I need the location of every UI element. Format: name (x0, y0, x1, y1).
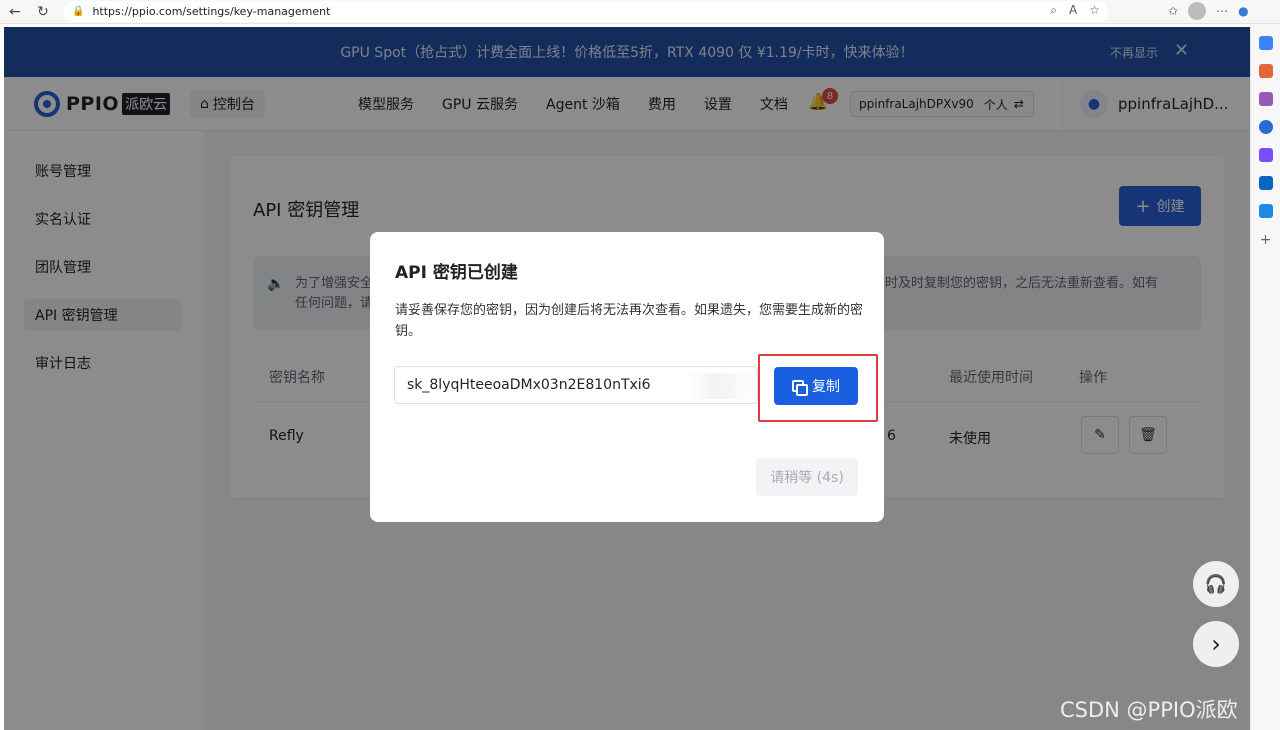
support-button[interactable]: 🎧 (1193, 561, 1239, 607)
zoom-icon[interactable]: ⌕ (1050, 3, 1057, 18)
url-text: https://ppio.com/settings/key-management (92, 5, 331, 18)
key-blur-mask (655, 373, 757, 399)
wait-close-button[interactable]: 请稍等 (4s) (756, 458, 858, 496)
briefcase-icon[interactable] (1258, 64, 1273, 78)
add-icon[interactable]: + (1260, 232, 1272, 248)
wait-label: 请稍等 (4s) (770, 470, 844, 486)
favorites-icon[interactable]: ✩ (1168, 4, 1178, 18)
key-created-dialog: API 密钥已创建 请妥善保存您的密钥，因为创建后将无法再次查看。如果遗失，您需… (370, 232, 884, 522)
api-key-value: sk_8lyqHteeoaDMx03n2E810nTxi6 (407, 377, 651, 393)
copilot-side-icon[interactable] (1258, 148, 1273, 162)
app-frame: GPU Spot（抢占式）计费全面上线！价格低至5折，RTX 4090 仅 ¥1… (4, 27, 1250, 730)
copilot-icon[interactable]: ● (1238, 4, 1248, 18)
read-aloud-icon[interactable]: A (1069, 3, 1077, 18)
outlook-icon[interactable] (1258, 176, 1273, 190)
screen: ← ↻ 🔒 https://ppio.com/settings/key-mana… (0, 0, 1280, 730)
browser-side-panel: + (1250, 24, 1280, 730)
lock-icon: 🔒 (72, 6, 85, 17)
send-icon[interactable] (1258, 204, 1273, 218)
more-icon[interactable]: ⋯ (1216, 4, 1228, 18)
browser-toolbar: ← ↻ 🔒 https://ppio.com/settings/key-mana… (0, 0, 1280, 24)
api-key-field[interactable]: sk_8lyqHteeoaDMx03n2E810nTxi6 (394, 366, 758, 404)
chevron-right-icon: › (1211, 630, 1221, 658)
address-bar[interactable]: 🔒 https://ppio.com/settings/key-manageme… (64, 1, 1108, 22)
headset-icon: 🎧 (1204, 573, 1228, 595)
red-highlight-box (758, 354, 878, 422)
dialog-title: API 密钥已创建 (395, 263, 518, 283)
search-icon[interactable] (1258, 120, 1273, 134)
dialog-description: 请妥善保存您的密钥，因为创建后将无法再次查看。如果遗失，您需要生成新的密钥。 (395, 303, 864, 339)
expand-button[interactable]: › (1193, 621, 1239, 667)
refresh-icon[interactable]: ↻ (32, 1, 54, 23)
back-icon[interactable]: ← (4, 1, 26, 23)
favorite-icon[interactable]: ☆ (1089, 3, 1100, 18)
tag-icon[interactable] (1258, 36, 1273, 50)
profile-avatar-icon[interactable] (1188, 2, 1207, 20)
games-icon[interactable] (1258, 92, 1273, 106)
watermark: CSDN @PPIO派欧 (1060, 698, 1238, 722)
